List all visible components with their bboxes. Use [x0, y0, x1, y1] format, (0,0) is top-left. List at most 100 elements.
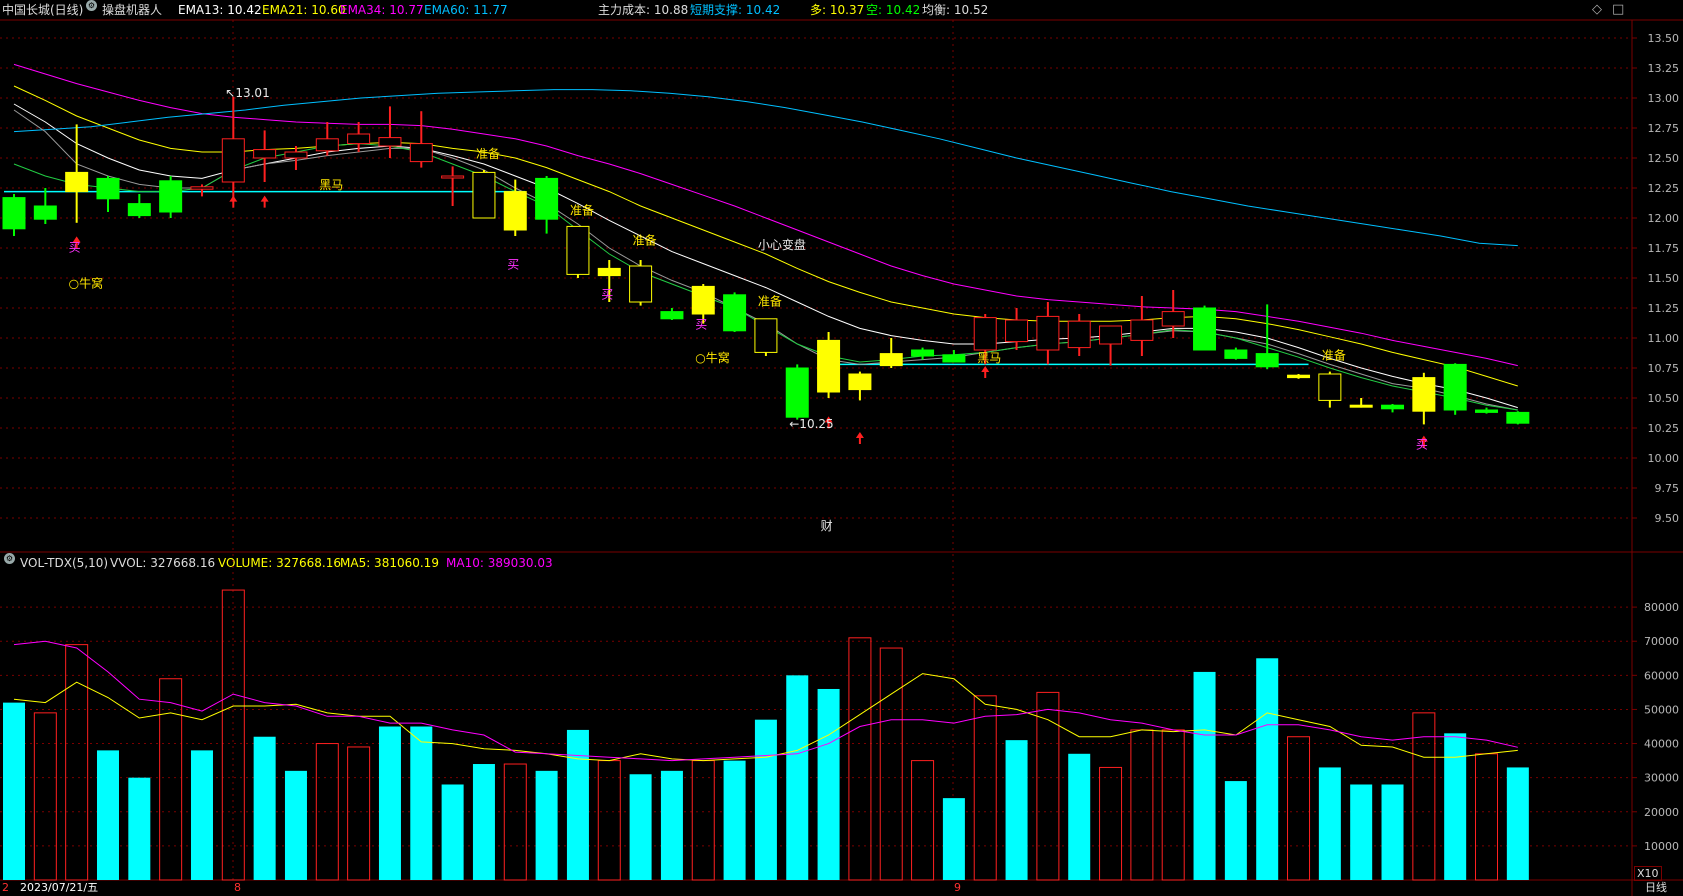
candle-body: [2, 197, 26, 230]
candle: [817, 332, 841, 398]
volume-bar-up: [848, 637, 872, 881]
price-tick-label: 12.00: [1648, 212, 1680, 225]
signal-label: 黑马: [977, 351, 1001, 365]
candle-body: [785, 367, 809, 418]
candle: [1067, 314, 1091, 356]
candle: [127, 194, 151, 218]
volume-bar-up: [597, 760, 621, 881]
buy-arrow-icon: [981, 366, 990, 378]
volume-bar-up: [911, 760, 935, 881]
signal-label: 准备: [570, 203, 594, 217]
volume-tick-label: 80000: [1644, 601, 1679, 614]
candle-body: [1036, 315, 1060, 351]
candle-body: [127, 203, 151, 217]
volume-bar-down: [660, 770, 683, 880]
candle-body: [629, 265, 653, 303]
candle: [911, 347, 935, 360]
candle: [1005, 308, 1029, 350]
candle-body: [472, 171, 496, 219]
signal-label: 买: [695, 317, 707, 331]
volume-bar-down: [754, 719, 777, 880]
candle: [378, 106, 402, 158]
price-tick-label: 11.00: [1648, 332, 1680, 345]
volume-bar-down: [1005, 740, 1028, 880]
price-tick-label: 10.50: [1648, 392, 1680, 405]
candle-body: [879, 353, 903, 367]
volume-bar-up: [1099, 766, 1123, 881]
volume-bar-up: [691, 760, 715, 881]
candle: [1318, 371, 1342, 408]
candle-body: [1412, 377, 1436, 412]
volume-bar-down: [1068, 753, 1091, 880]
candle: [284, 146, 308, 170]
volume-bar-down: [535, 770, 558, 880]
price-tick-label: 11.25: [1648, 302, 1680, 315]
stock-chart[interactable]: 9.50 9.75 10.00 10.25 10.50 10.75 11.00 11.25 11…: [0, 0, 1683, 896]
candle-body: [1255, 353, 1279, 368]
candle-body: [1130, 319, 1154, 341]
volume-bar-down: [472, 764, 495, 880]
volume-bar-down: [378, 726, 401, 880]
signal-label: ○牛窝: [69, 276, 103, 291]
volume-bar-up: [973, 695, 997, 881]
volume-bar-down: [1318, 767, 1341, 880]
candle: [1224, 347, 1248, 360]
candle: [1130, 296, 1154, 356]
candle-body: [1287, 374, 1311, 379]
volume-bar-down: [128, 777, 151, 880]
price-tick-label: 12.50: [1648, 152, 1680, 165]
candle-body: [159, 180, 183, 213]
price-tick-label: 11.50: [1648, 272, 1680, 285]
candle: [754, 318, 778, 356]
candle: [409, 111, 433, 168]
candle: [96, 176, 120, 212]
candle: [65, 124, 89, 223]
candle-body: [1443, 363, 1467, 411]
candle: [441, 166, 465, 206]
volume-bar-up: [347, 746, 371, 881]
volume-bar-down: [942, 798, 965, 880]
price-tick-label: 10.00: [1648, 452, 1680, 465]
signal-label: ○牛窝: [695, 350, 729, 365]
price-tick-label: 12.75: [1648, 122, 1680, 135]
price-tick-label: 13.25: [1648, 62, 1680, 75]
candle: [629, 260, 653, 306]
candle: [723, 292, 747, 332]
volume-bar-down: [1256, 658, 1279, 880]
candle: [472, 170, 496, 219]
volume-bar-up: [1036, 691, 1060, 881]
volume-bar-down: [566, 729, 589, 880]
candle-body: [1349, 404, 1373, 408]
candle: [942, 350, 966, 363]
candle-body: [378, 137, 402, 147]
candle-body: [566, 225, 590, 275]
volume-bar-down: [190, 750, 213, 880]
price-tick-label: 9.50: [1655, 512, 1680, 525]
candle: [190, 184, 214, 197]
signal-label: 买: [69, 241, 81, 255]
signal-label: ←10.25: [789, 417, 833, 431]
signal-label: 小心变盘: [758, 237, 806, 252]
volume-tick-label: 30000: [1644, 772, 1679, 785]
candle-body: [848, 373, 872, 391]
volume-tick-label: 10000: [1644, 840, 1679, 853]
buy-arrow-icon: [229, 195, 238, 208]
candle: [566, 225, 590, 278]
candle-body: [1475, 409, 1499, 413]
candle-body: [1099, 325, 1123, 345]
signal-label: 准备: [758, 295, 782, 309]
candle-body: [817, 339, 841, 393]
candle-body: [660, 311, 684, 320]
candle-body: [441, 175, 465, 179]
buy-arrow-icon: [855, 432, 864, 444]
candle: [159, 176, 183, 218]
signal-label: ↖13.01: [225, 86, 269, 100]
volume-bar-up: [1475, 753, 1499, 881]
volume-bar-up: [65, 644, 89, 881]
candle: [660, 308, 684, 320]
signal-label: 准备: [633, 233, 657, 247]
signal-label: 买: [1416, 437, 1428, 451]
candle: [1036, 302, 1060, 365]
signal-label: 准备: [476, 147, 500, 161]
candle-body: [1381, 404, 1405, 410]
